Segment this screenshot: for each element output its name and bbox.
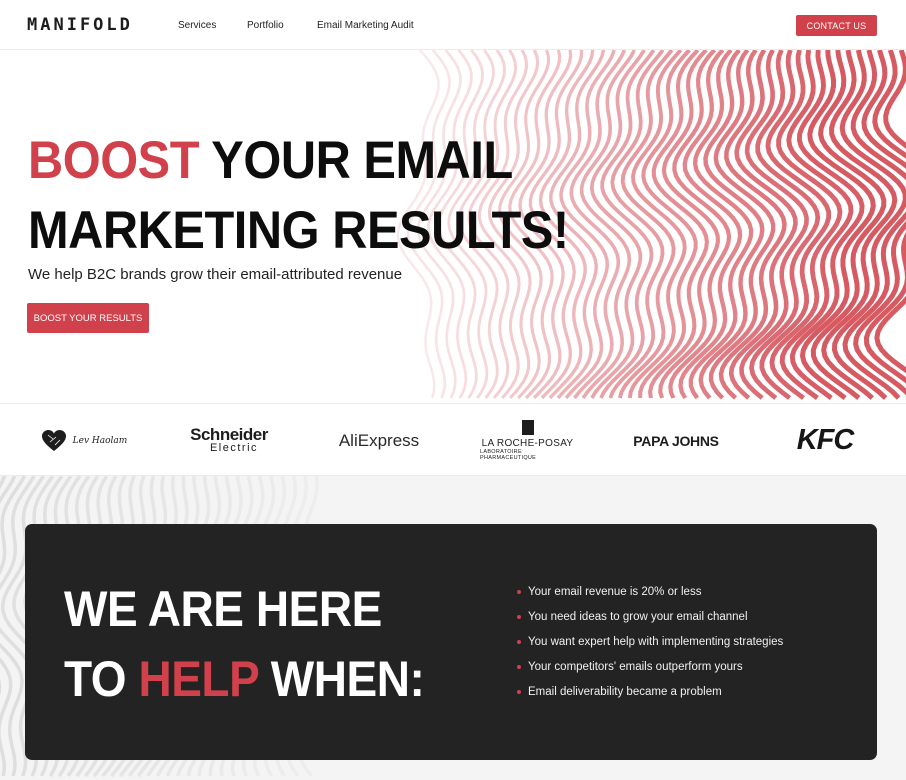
la-roche-posay-text: LA ROCHE-POSAY xyxy=(481,438,574,449)
top-nav: MANIFOLD Services Portfolio Email Market… xyxy=(0,0,906,50)
nav-link-services[interactable]: Services xyxy=(178,20,216,31)
client-logos: Lev Haolam Schneider Electric AliExpress… xyxy=(0,403,906,476)
list-item: Your competitors' emails outperform your… xyxy=(517,657,783,682)
kfc-logo: KFC xyxy=(796,424,855,456)
electric-text: Electric xyxy=(209,442,259,454)
nav-link-email-marketing-audit[interactable]: Email Marketing Audit xyxy=(317,20,414,31)
la-roche-posay-logo: LA ROCHE-POSAY LABORATOIRE PHARMACEUTIQU… xyxy=(480,404,575,477)
bullet-text: Your email revenue is 20% or less xyxy=(528,586,702,598)
aliexpress-logo: AliExpress xyxy=(338,430,420,450)
laboratoire-text: LABORATOIRE PHARMACEUTIQUE xyxy=(480,449,537,461)
help-title-line1: WE ARE HERE xyxy=(64,581,382,637)
help-title-pre: TO xyxy=(64,651,139,707)
list-item: You want expert help with implementing s… xyxy=(517,632,783,657)
boost-results-button[interactable]: BOOST YOUR RESULTS xyxy=(27,303,149,333)
hero-title-line1: YOUR EMAIL xyxy=(199,131,513,190)
help-title: WE ARE HERE TO HELP WHEN: xyxy=(64,574,425,714)
schneider-text: Schneider xyxy=(190,425,268,444)
papa-johns-logo: PAPA JOHNS xyxy=(633,432,719,449)
nav-link-portfolio[interactable]: Portfolio xyxy=(247,20,284,31)
hero-title-accent: BOOST xyxy=(28,131,200,190)
bullet-text: Your competitors' emails outperform your… xyxy=(528,661,743,673)
contact-us-button[interactable]: CONTACT US xyxy=(796,15,877,36)
lev-haolam-text: Lev Haolam xyxy=(72,435,128,446)
help-title-post: WHEN: xyxy=(258,651,425,707)
help-section: WE ARE HERE TO HELP WHEN: Your email rev… xyxy=(0,476,906,780)
bullet-text: Email deliverability became a problem xyxy=(528,686,722,698)
manifold-logo[interactable]: MANIFOLD xyxy=(27,15,133,35)
list-item: You need ideas to grow your email channe… xyxy=(517,607,783,632)
schneider-electric-logo: Schneider Electric xyxy=(184,404,274,477)
list-item: Email deliverability became a problem xyxy=(517,682,783,707)
list-item: Your email revenue is 20% or less xyxy=(517,582,783,607)
hero-title: BOOST YOUR EMAIL MARKETING RESULTS! xyxy=(28,126,569,266)
bullet-text: You need ideas to grow your email channe… xyxy=(528,611,748,623)
bullet-dot-icon xyxy=(517,690,521,694)
la-roche-posay-mark xyxy=(521,420,534,435)
lev-haolam-logo: Lev Haolam xyxy=(34,404,134,477)
bullet-dot-icon xyxy=(517,640,521,644)
hero-title-line2: MARKETING RESULTS! xyxy=(28,201,569,260)
help-title-accent: HELP xyxy=(138,651,259,707)
bullet-dot-icon xyxy=(517,665,521,669)
heart-icon xyxy=(41,429,66,451)
hero-section: BOOST YOUR EMAIL MARKETING RESULTS! We h… xyxy=(0,50,906,403)
help-card: WE ARE HERE TO HELP WHEN: Your email rev… xyxy=(25,524,877,760)
help-bullet-list: Your email revenue is 20% or less You ne… xyxy=(517,582,783,707)
bullet-text: You want expert help with implementing s… xyxy=(528,636,784,648)
hero-subtitle: We help B2C brands grow their email-attr… xyxy=(28,266,403,283)
bullet-dot-icon xyxy=(517,615,521,619)
bullet-dot-icon xyxy=(517,590,521,594)
